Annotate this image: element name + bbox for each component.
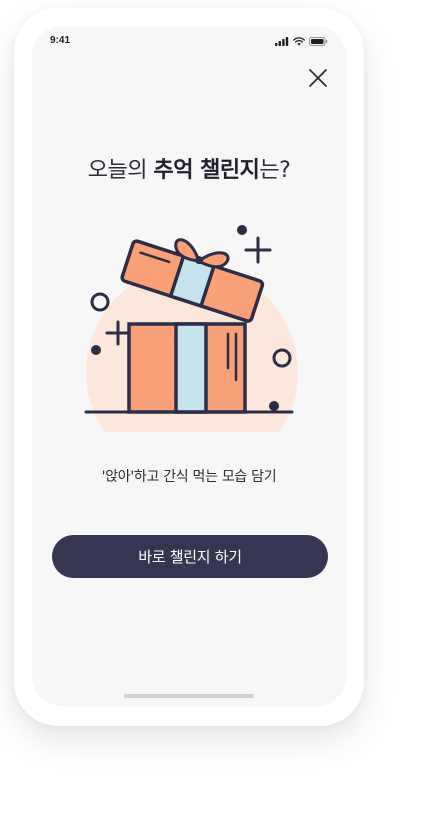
wifi-icon [293,37,305,46]
gift-box-open-icon [84,225,298,432]
status-bar: 9:41 [32,26,346,56]
start-challenge-button[interactable]: 바로 챌린지 하기 [52,535,328,578]
close-icon [309,69,327,87]
home-indicator[interactable] [124,694,254,698]
title-prefix: 오늘의 [87,158,154,183]
battery-icon [309,37,328,46]
signal-icon [275,37,289,46]
status-icons [275,37,328,46]
title-suffix: 는? [259,158,291,183]
close-button[interactable] [306,66,330,90]
stage: 9:41 오늘의 추억 챌린지는? '앉아'하고 간식 먹는 모습 담기 바로 … [0,0,428,813]
title-emphasis: 추억 챌린지 [153,158,260,183]
phone-screen: 9:41 오늘의 추억 챌린지는? '앉아'하고 간식 먹는 모습 담기 바로 … [32,26,346,706]
challenge-description: '앉아'하고 간식 먹는 모습 담기 [101,469,277,485]
status-time: 9:41 [50,35,71,46]
page-title: 오늘의 추억 챌린지는? [32,152,346,184]
